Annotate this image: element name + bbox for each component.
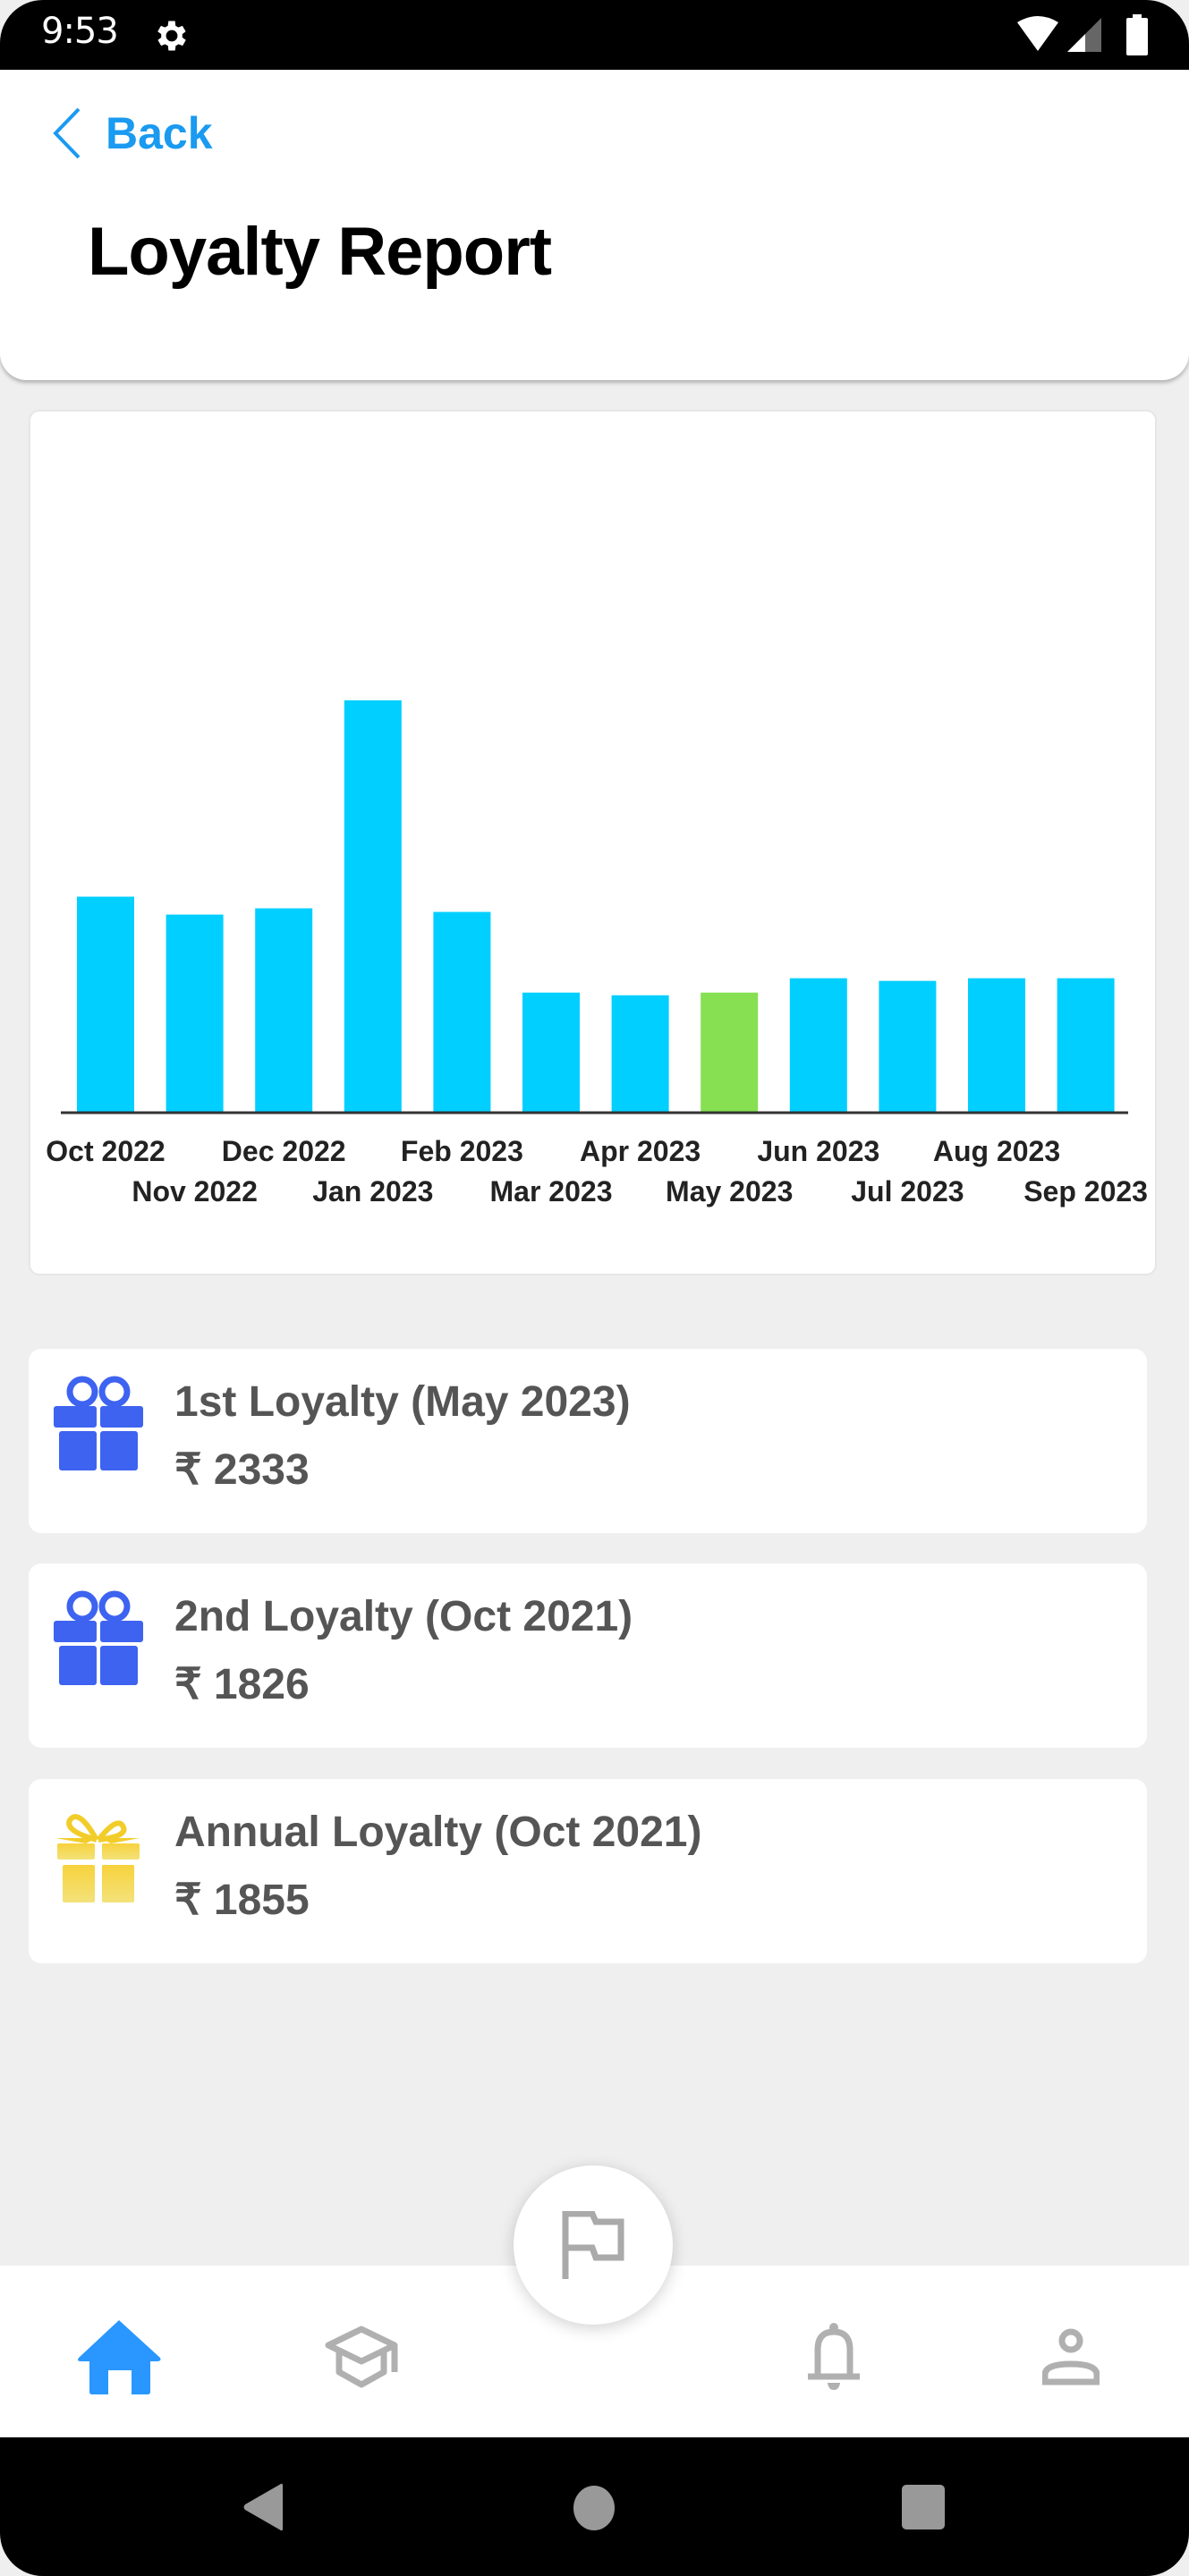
x-tick-label: Mar 2023 <box>490 1175 613 1208</box>
gift-icon <box>54 1590 143 1685</box>
x-tick-label: Feb 2023 <box>401 1135 523 1167</box>
x-tick-label: May 2023 <box>666 1175 793 1208</box>
loyalty-title: Annual Loyalty (Oct 2021) <box>174 1809 702 1856</box>
nav-learn[interactable] <box>320 2317 406 2397</box>
bar-mar-2023[interactable] <box>522 992 580 1113</box>
settings-gear-icon <box>157 21 186 51</box>
system-back-icon[interactable] <box>240 2482 286 2532</box>
battery-icon <box>1126 14 1148 55</box>
person-icon <box>1042 2328 1100 2385</box>
flag-icon <box>562 2211 624 2279</box>
bar-apr-2023[interactable] <box>611 995 669 1113</box>
report-fab-button[interactable] <box>514 2165 673 2325</box>
loyalty-title: 1st Loyalty (May 2023) <box>174 1378 631 1426</box>
loyalty-card[interactable]: 1st Loyalty (May 2023) ₹ 2333 <box>29 1349 1147 1533</box>
bar-aug-2023[interactable] <box>968 978 1025 1113</box>
bar-may-2023[interactable] <box>701 992 759 1113</box>
x-tick-label: Sep 2023 <box>1023 1175 1148 1208</box>
gift-icon <box>55 1814 140 1902</box>
system-home-icon[interactable] <box>573 2485 616 2531</box>
gift-icon <box>54 1376 143 1470</box>
x-tick-label: Jun 2023 <box>757 1135 879 1167</box>
x-tick-label: Jul 2023 <box>851 1175 964 1208</box>
bar-jul-2023[interactable] <box>879 980 937 1113</box>
x-tick-label: Apr 2023 <box>580 1135 701 1167</box>
bar-nov-2022[interactable] <box>166 914 224 1113</box>
chevron-left-icon <box>53 107 81 159</box>
x-tick-label: Nov 2022 <box>132 1175 258 1208</box>
loyalty-amount: ₹ 2333 <box>174 1446 310 1494</box>
bar-sep-2023[interactable] <box>1057 978 1115 1113</box>
school-icon <box>325 2326 398 2388</box>
x-tick-label: Aug 2023 <box>933 1135 1060 1167</box>
x-tick-label: Jan 2023 <box>312 1175 433 1208</box>
wifi-icon <box>1017 16 1058 51</box>
loyalty-card[interactable]: Annual Loyalty (Oct 2021) ₹ 1855 <box>29 1779 1147 1963</box>
bar-jan-2023[interactable] <box>344 700 402 1113</box>
x-tick-label: Dec 2022 <box>222 1135 346 1167</box>
chart-card: Oct 2022 Nov 2022 Dec 2022 Jan 2023 Feb 2023… <box>30 411 1155 1274</box>
loyalty-amount: ₹ 1826 <box>174 1661 310 1708</box>
system-recents-icon[interactable] <box>901 2484 946 2530</box>
bar-oct-2022[interactable] <box>77 896 134 1113</box>
x-tick-label: Oct 2022 <box>46 1135 165 1167</box>
page-title: Loyalty Report <box>88 214 552 290</box>
bar-feb-2023[interactable] <box>433 911 491 1113</box>
nav-home[interactable] <box>76 2317 162 2397</box>
bars <box>77 700 1115 1113</box>
back-label: Back <box>106 108 213 158</box>
status-time: 9:53 <box>41 11 119 52</box>
home-icon <box>78 2320 161 2394</box>
signal-icon <box>1067 18 1101 52</box>
nav-profile[interactable] <box>1028 2317 1114 2397</box>
system-navigation-bar <box>0 2437 1189 2576</box>
bar-dec-2022[interactable] <box>255 908 313 1113</box>
x-axis-labels: Oct 2022 Nov 2022 Dec 2022 Jan 2023 Feb 2023… <box>46 1135 1148 1208</box>
bar-jun-2023[interactable] <box>789 978 847 1113</box>
bell-icon <box>808 2323 860 2390</box>
nav-notifications[interactable] <box>791 2317 877 2397</box>
loyalty-bar-chart: Oct 2022 Nov 2022 Dec 2022 Jan 2023 Feb 2023… <box>46 700 1148 1208</box>
back-button[interactable]: Back <box>52 106 213 161</box>
loyalty-title: 2nd Loyalty (Oct 2021) <box>174 1593 633 1640</box>
loyalty-amount: ₹ 1855 <box>174 1877 310 1924</box>
loyalty-card[interactable]: 2nd Loyalty (Oct 2021) ₹ 1826 <box>29 1563 1147 1748</box>
